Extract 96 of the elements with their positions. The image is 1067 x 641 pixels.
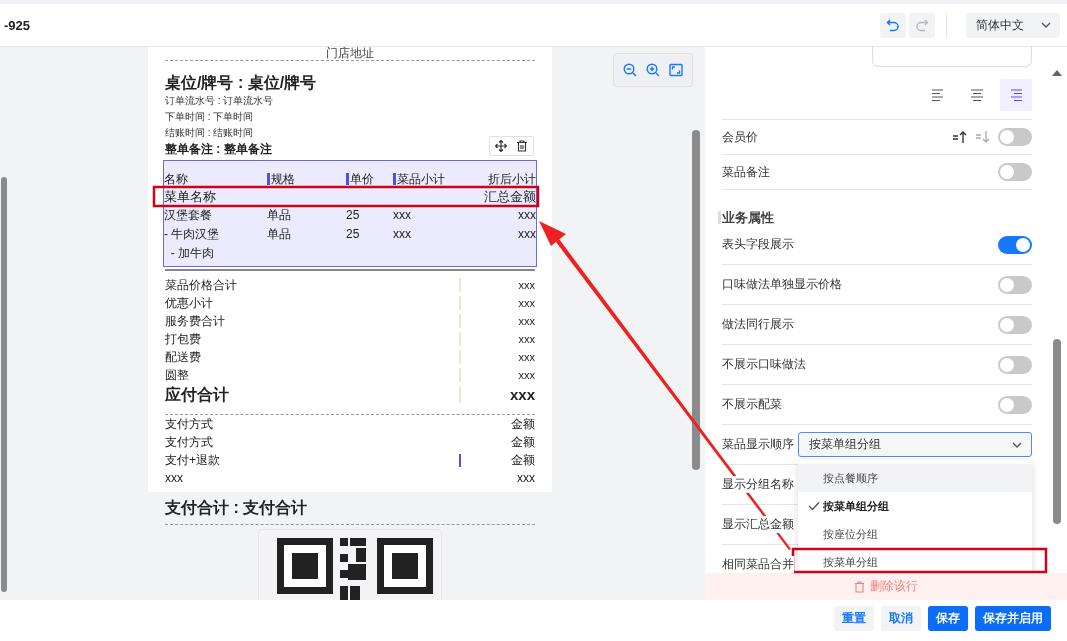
table-cell-text: xxx xyxy=(393,226,412,243)
trash-icon xyxy=(854,580,865,593)
table-cell-text: 单品 xyxy=(267,226,292,243)
payment-total: 支付合计 : 支付合计 xyxy=(165,498,309,518)
align-right-icon[interactable] xyxy=(1000,79,1032,111)
column-header: 菜品小计 xyxy=(393,173,458,185)
summary-value: xxx xyxy=(459,314,535,328)
toggle-switch[interactable] xyxy=(998,128,1032,146)
table-cell-text: xxx xyxy=(517,207,536,224)
undo-icon xyxy=(886,18,900,32)
setting-label: 菜品备注 xyxy=(722,163,770,181)
payment-value: 金额 xyxy=(510,435,535,449)
summary-label: 优惠小计 xyxy=(165,294,213,312)
toggle-switch[interactable] xyxy=(998,235,1032,254)
setting-label: 不展示配菜 xyxy=(722,396,782,413)
column-header: 规格 xyxy=(267,173,346,185)
dropdown-option[interactable]: 按点餐顺序 xyxy=(798,464,1032,492)
payment-label: 支付方式 xyxy=(165,415,213,433)
input-field[interactable] xyxy=(872,47,1032,67)
fit-screen-icon[interactable] xyxy=(669,63,684,77)
footer-button[interactable]: 重置 xyxy=(834,606,874,631)
group-total: 汇总金额 xyxy=(484,187,536,206)
setting-label: 菜品显示顺序 xyxy=(722,436,794,453)
store-address: 门店地址 xyxy=(325,47,375,60)
zoom-out-icon[interactable] xyxy=(622,63,637,77)
dropdown-option[interactable]: 按座位分组 xyxy=(798,520,1032,548)
table-cell-text: 25 xyxy=(346,226,361,243)
scrollbar-thumb[interactable] xyxy=(1,177,7,592)
payment-value: xxx xyxy=(516,471,535,485)
dropdown-option[interactable]: 按菜单分组 xyxy=(798,548,1032,573)
summary-value: xxx xyxy=(459,332,535,346)
table-cell-text: - 牛肉汉堡 xyxy=(164,226,221,243)
scrollbar-thumb[interactable] xyxy=(692,130,700,470)
group-name: 菜单名称 xyxy=(164,187,216,206)
table-cell-text: 25 xyxy=(346,207,361,224)
setting-label: 显示汇总金额 xyxy=(722,516,794,533)
sort-descending-icon[interactable] xyxy=(975,130,991,144)
sort-ascending-icon[interactable] xyxy=(952,130,968,144)
redo-button[interactable] xyxy=(909,12,935,38)
order-info: 下单时间 : 下单时间 xyxy=(165,110,255,124)
move-icon[interactable] xyxy=(494,140,507,152)
zoom-in-icon[interactable] xyxy=(646,63,660,77)
table-cell-text: xxx xyxy=(393,207,412,224)
table-number: 桌位/牌号 : 桌位/牌号 xyxy=(165,73,318,93)
page-title: -925 xyxy=(4,17,31,33)
table-cell-text: 单品 xyxy=(267,207,292,224)
table-cell-text: - 加牛肉 xyxy=(169,245,215,262)
footer-button[interactable]: 取消 xyxy=(881,606,921,631)
scroll-up-icon[interactable] xyxy=(1052,69,1062,77)
summary-value: xxx xyxy=(459,387,535,403)
summary-label: 菜品价格合计 xyxy=(165,276,237,294)
footer-button[interactable]: 保存并启用 xyxy=(975,606,1051,631)
dropdown-option[interactable]: 按菜单组分组 xyxy=(798,492,1032,520)
redo-icon xyxy=(915,18,929,32)
setting-label: 会员价 xyxy=(722,128,758,146)
table-cell-text: 汉堡套餐 xyxy=(164,207,213,224)
setting-label: 显示分组名称 xyxy=(722,476,794,493)
footer-button[interactable]: 保存 xyxy=(928,606,968,631)
order-info: 结账时间 : 结账时间 xyxy=(165,126,255,140)
summary-value: xxx xyxy=(459,296,535,310)
payment-value: 金额 xyxy=(459,453,535,467)
items-table[interactable]: 名称 规格 单价 菜品小计 折后小计 菜单名称 汇总金额 汉堡套餐 单品 25 xxx xxx - 牛肉汉堡 单品 25 xxx xxx - 加牛肉 xyxy=(163,160,537,267)
summary-label: 圆整 xyxy=(165,366,189,384)
payment-label: xxx xyxy=(165,471,183,485)
checkmark-icon xyxy=(808,501,820,511)
payment-label: 支付方式 xyxy=(165,433,213,451)
summary-value: xxx xyxy=(459,368,535,382)
setting-label: 做法同行展示 xyxy=(722,316,794,333)
language-select[interactable]: 简体中文 xyxy=(966,12,1060,38)
delete-icon[interactable] xyxy=(516,140,529,152)
summary-label: 应付合计 xyxy=(165,384,229,405)
summary-label: 服务费合计 xyxy=(165,312,225,330)
undo-button[interactable] xyxy=(880,12,906,38)
payment-value: 金额 xyxy=(510,417,535,431)
table-cell-text: xxx xyxy=(517,226,536,243)
scrollbar-thumb[interactable] xyxy=(1053,339,1061,524)
payment-label: 支付+退款 xyxy=(165,451,220,469)
column-header: 单价 xyxy=(346,173,393,185)
summary-value: xxx xyxy=(459,278,535,292)
column-header: 名称 xyxy=(164,170,189,188)
toggle-switch[interactable] xyxy=(998,275,1032,294)
toggle-switch[interactable] xyxy=(998,315,1032,334)
toggle-switch[interactable] xyxy=(998,163,1032,181)
summary-value: xxx xyxy=(459,350,535,364)
setting-label: 相同菜品合并 xyxy=(722,556,794,573)
setting-label: 表头字段展示 xyxy=(722,236,794,253)
order-note: 整单备注 : 整单备注 xyxy=(165,141,272,157)
summary-label: 打包费 xyxy=(165,330,201,348)
setting-label: 口味做法单独显示价格 xyxy=(722,276,842,293)
order-info: 订单流水号 : 订单流水号 xyxy=(165,94,275,108)
summary-label: 配送费 xyxy=(165,348,201,366)
column-header: 折后小计 xyxy=(487,173,536,185)
order-select[interactable]: 按菜单组分组 xyxy=(798,432,1032,457)
setting-label: 不展示口味做法 xyxy=(722,356,806,373)
toggle-switch[interactable] xyxy=(998,395,1032,414)
toggle-switch[interactable] xyxy=(998,355,1032,374)
